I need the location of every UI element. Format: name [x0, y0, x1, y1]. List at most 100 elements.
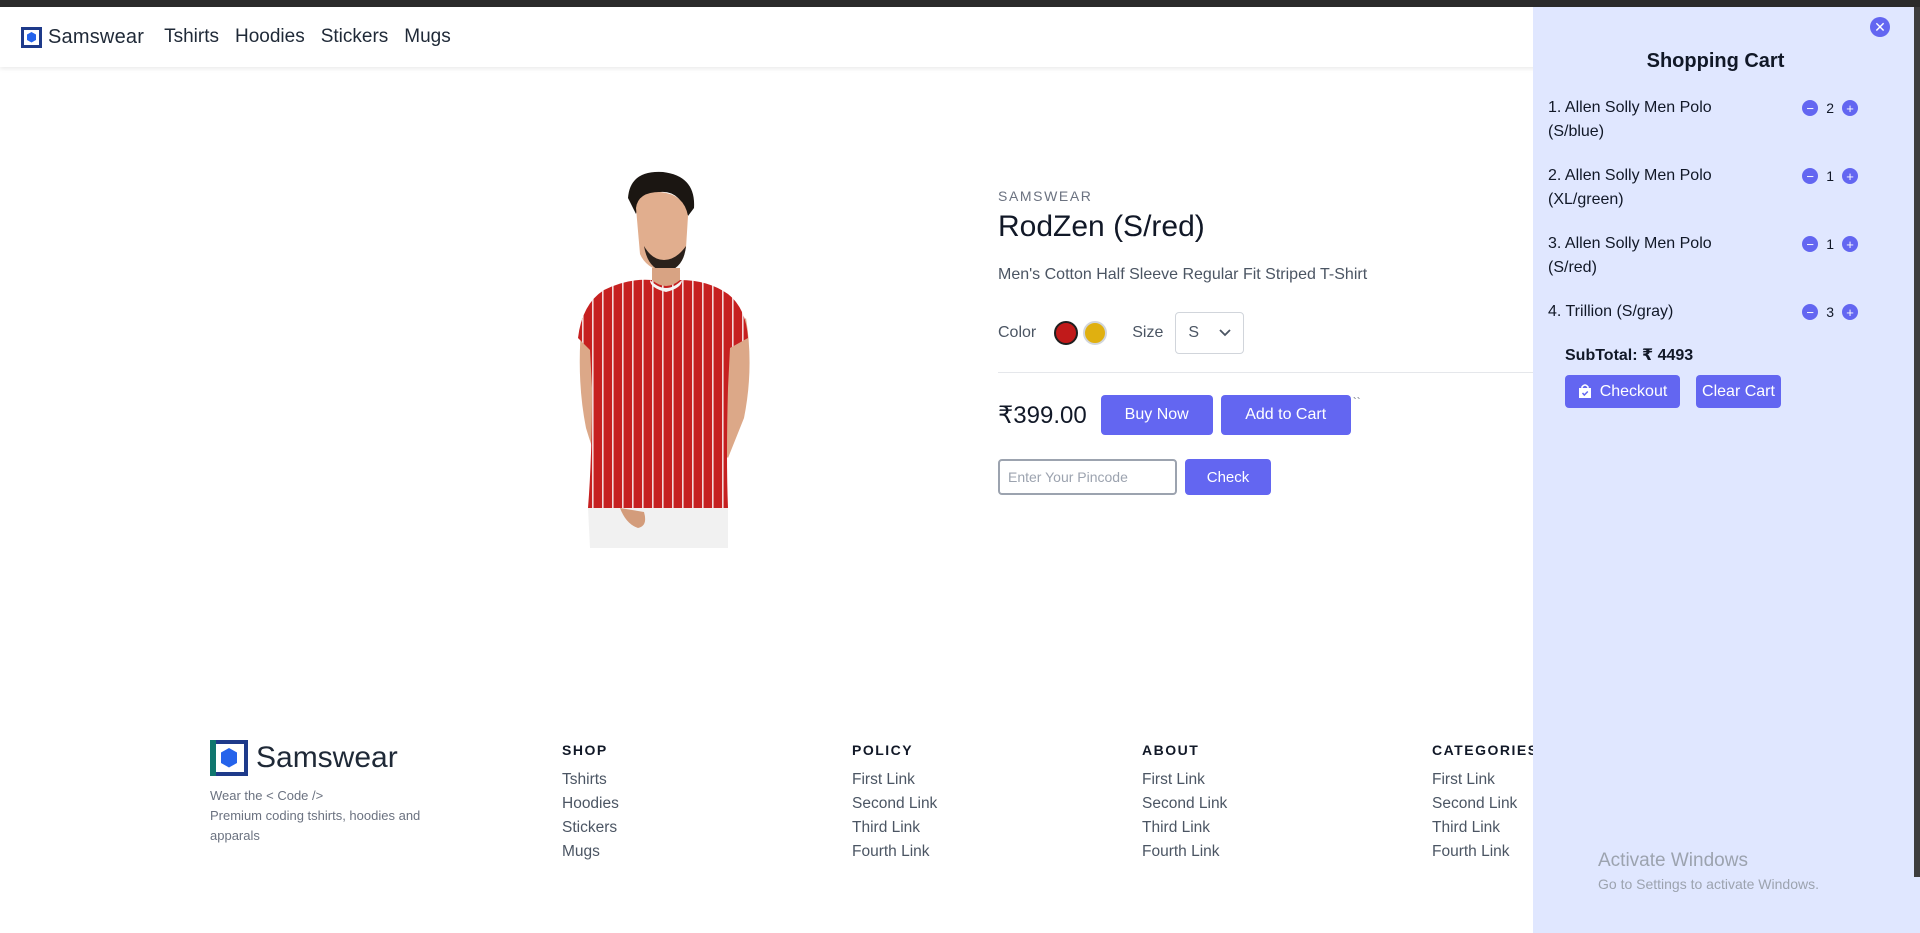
- cart-item-name: 3. Allen Solly Men Polo (S/red): [1548, 235, 1712, 276]
- footer-tagline: Wear the < Code /> Premium coding tshirt…: [210, 786, 450, 846]
- footer-brand: Samswear Wear the < Code /> Premium codi…: [210, 740, 450, 846]
- nav-link-stickers[interactable]: Stickers: [321, 26, 389, 48]
- footer-link[interactable]: First Link: [852, 768, 937, 792]
- nav-link-tshirts[interactable]: Tshirts: [164, 26, 219, 48]
- footer-column-title: ABOUT: [1142, 742, 1200, 758]
- browser-top-strip: [0, 0, 1920, 7]
- minus-circle-icon[interactable]: −: [1802, 236, 1819, 252]
- nav-links: Tshirts Hoodies Stickers Mugs: [164, 26, 467, 48]
- footer-column-about: ABOUT First Link Second Link Third Link …: [1142, 742, 1227, 864]
- pincode-input[interactable]: Enter Your Pincode: [998, 459, 1177, 495]
- scrollbar[interactable]: [1914, 7, 1920, 877]
- product-description: Men's Cotton Half Sleeve Regular Fit Str…: [998, 266, 1368, 283]
- cart-title: Shopping Cart: [1646, 50, 1785, 72]
- checkout-label: Checkout: [1599, 382, 1668, 400]
- size-select[interactable]: S: [1175, 312, 1245, 354]
- color-swatch-red[interactable]: [1054, 321, 1079, 345]
- quantity-stepper: − 1 +: [1802, 236, 1858, 252]
- footer-tagline-line1: Wear the < Code />: [210, 788, 324, 803]
- footer-column-shop: SHOP Tshirts Hoodies Stickers Mugs: [562, 742, 619, 864]
- cart-item: 1. Allen Solly Men Polo (S/blue) − 2 +: [1548, 96, 1858, 164]
- plus-circle-icon[interactable]: +: [1842, 304, 1858, 320]
- footer-link[interactable]: Fourth Link: [1432, 840, 1539, 864]
- brand-name: Samswear: [48, 25, 145, 48]
- plus-circle-icon[interactable]: +: [1842, 236, 1858, 252]
- close-icon[interactable]: ✕: [1870, 17, 1890, 37]
- footer-column-title: POLICY: [852, 742, 914, 758]
- buy-now-button[interactable]: Buy Now: [1100, 395, 1213, 435]
- cart-item-name: 2. Allen Solly Men Polo (XL/green): [1548, 167, 1712, 208]
- cart-list: 1. Allen Solly Men Polo (S/blue) − 2 + 2…: [1548, 96, 1858, 340]
- price-row: ₹399.00 Buy Now Add to Cart ``: [998, 395, 1558, 435]
- pincode-placeholder: Enter Your Pincode: [1008, 469, 1128, 485]
- size-select-value: S: [1188, 324, 1200, 341]
- footer-link[interactable]: Fourth Link: [1142, 840, 1227, 864]
- footer-link[interactable]: Tshirts: [562, 768, 619, 792]
- footer-link[interactable]: Third Link: [852, 816, 937, 840]
- check-pincode-button[interactable]: Check: [1185, 459, 1271, 495]
- minus-circle-icon[interactable]: −: [1802, 304, 1819, 320]
- cart-item: 2. Allen Solly Men Polo (XL/green) − 1 +: [1548, 164, 1858, 232]
- product-title: RodZen (S/red): [998, 210, 1205, 243]
- cart-item-qty: 2: [1826, 100, 1834, 116]
- footer-logo-row[interactable]: Samswear: [210, 740, 450, 776]
- checkout-button[interactable]: Checkout: [1565, 375, 1680, 408]
- windows-activation-watermark: Activate Windows Go to Settings to activ…: [1598, 850, 1819, 892]
- footer-column-policy: POLICY First Link Second Link Third Link…: [852, 742, 937, 864]
- cart-actions: Checkout Clear Cart: [1565, 375, 1781, 408]
- footer-link[interactable]: Mugs: [562, 840, 619, 864]
- footer-link[interactable]: Second Link: [852, 792, 937, 816]
- product-brand: SAMSWEAR: [998, 188, 1093, 204]
- brand-link[interactable]: Samswear: [21, 26, 144, 49]
- footer-link[interactable]: Second Link: [1432, 792, 1539, 816]
- color-label: Color: [998, 324, 1037, 341]
- samswear-logo-icon: [210, 740, 248, 776]
- cart-item: 4. Trillion (S/gray) − 3 +: [1548, 300, 1858, 340]
- footer: Samswear Wear the < Code /> Premium codi…: [0, 720, 1537, 933]
- shopping-bag-icon: [1578, 384, 1591, 398]
- footer-column-title: CATEGORIES: [1432, 742, 1539, 758]
- plus-circle-icon[interactable]: +: [1842, 168, 1858, 184]
- footer-link[interactable]: First Link: [1142, 768, 1227, 792]
- divider: [998, 372, 1538, 373]
- stray-tick-mark: ``: [1352, 395, 1361, 409]
- footer-link[interactable]: First Link: [1432, 768, 1539, 792]
- color-swatch-yellow[interactable]: [1083, 321, 1108, 345]
- cart-item-name: 1. Allen Solly Men Polo (S/blue): [1548, 99, 1712, 140]
- cart-item-qty: 3: [1826, 304, 1834, 320]
- footer-brand-name: Samswear: [256, 741, 398, 774]
- footer-link[interactable]: Stickers: [562, 816, 619, 840]
- footer-link[interactable]: Third Link: [1432, 816, 1539, 840]
- footer-link[interactable]: Third Link: [1142, 816, 1227, 840]
- minus-circle-icon[interactable]: −: [1802, 100, 1819, 116]
- product-options: Color Size S: [998, 312, 1558, 354]
- chevron-down-icon: [1219, 329, 1231, 337]
- nav-link-hoodies[interactable]: Hoodies: [235, 26, 305, 48]
- footer-column-categories: CATEGORIES First Link Second Link Third …: [1432, 742, 1539, 864]
- footer-link[interactable]: Fourth Link: [852, 840, 937, 864]
- product-image: [578, 171, 750, 548]
- footer-link[interactable]: Second Link: [1142, 792, 1227, 816]
- footer-column-title: SHOP: [562, 742, 608, 758]
- cart-subtotal: SubTotal: ₹ 4493: [1565, 347, 1694, 364]
- minus-circle-icon[interactable]: −: [1802, 168, 1819, 184]
- cart-item-name: 4. Trillion (S/gray): [1548, 303, 1674, 320]
- cart-item: 3. Allen Solly Men Polo (S/red) − 1 +: [1548, 232, 1858, 300]
- footer-tagline-line2: Premium coding tshirts, hoodies and appa…: [210, 808, 421, 843]
- size-label: Size: [1132, 324, 1164, 341]
- clear-cart-button[interactable]: Clear Cart: [1696, 375, 1781, 408]
- cart-item-qty: 1: [1826, 236, 1834, 252]
- cart-item-qty: 1: [1826, 168, 1834, 184]
- product-info: SAMSWEAR RodZen (S/red) Men's Cotton Hal…: [998, 188, 1558, 495]
- watermark-title: Activate Windows: [1598, 850, 1748, 871]
- nav-link-mugs[interactable]: Mugs: [404, 26, 450, 48]
- samswear-logo-icon: [21, 26, 42, 48]
- plus-circle-icon[interactable]: +: [1842, 100, 1858, 116]
- pincode-row: Enter Your Pincode Check: [998, 459, 1558, 495]
- footer-link[interactable]: Hoodies: [562, 792, 619, 816]
- product-price: ₹399.00: [998, 401, 1087, 429]
- watermark-subtitle: Go to Settings to activate Windows.: [1598, 876, 1819, 892]
- quantity-stepper: − 3 +: [1802, 304, 1858, 320]
- add-to-cart-button[interactable]: Add to Cart: [1220, 395, 1351, 435]
- quantity-stepper: − 2 +: [1802, 100, 1858, 116]
